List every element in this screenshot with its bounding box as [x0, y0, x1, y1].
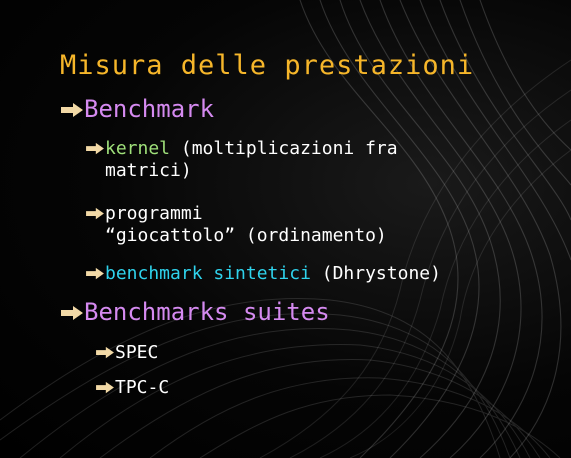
sub-bullet-synthetic: benchmark sintetici (Dhrystone)	[85, 263, 441, 285]
right-arrow-icon	[61, 306, 83, 320]
bullet-benchmark: Benchmark	[60, 97, 214, 121]
spec-label: SPEC	[115, 342, 159, 363]
synthetic-description: (Dhrystone)	[310, 263, 441, 284]
toy-programs-line2: “giocattolo” (ordinamento)	[105, 225, 387, 246]
bullet-benchmark-suites: Benchmarks suites	[60, 300, 330, 324]
right-arrow-icon	[96, 381, 114, 394]
toy-programs-label: programmi	[105, 203, 203, 224]
kernel-description: (moltiplicazioni fra	[170, 138, 398, 159]
sub-bullet-spec: SPEC	[95, 342, 158, 364]
right-arrow-icon	[61, 103, 83, 117]
kernel-highlight: kernel	[105, 138, 171, 159]
sub-bullet-kernel: kernel (moltiplicazioni fra matrici)	[85, 138, 398, 182]
sub-bullet-toy-programs: programmi “giocattolo” (ordinamento)	[85, 203, 387, 247]
tpcc-label: TPC-C	[115, 377, 170, 398]
right-arrow-icon	[86, 267, 104, 280]
sub-bullet-tpcc: TPC-C	[95, 377, 169, 399]
slide-title: Misura delle prestazioni	[60, 50, 475, 81]
synthetic-highlight: benchmark sintetici	[105, 263, 311, 284]
slide: Misura delle prestazioni Benchmark kerne…	[0, 0, 571, 458]
bullet-label: Benchmarks suites	[84, 298, 330, 326]
slide-content: Misura delle prestazioni Benchmark kerne…	[0, 0, 571, 458]
right-arrow-icon	[86, 207, 104, 220]
right-arrow-icon	[96, 346, 114, 359]
right-arrow-icon	[86, 142, 104, 155]
kernel-description-line2: matrici)	[105, 160, 192, 181]
bullet-label: Benchmark	[84, 95, 215, 123]
